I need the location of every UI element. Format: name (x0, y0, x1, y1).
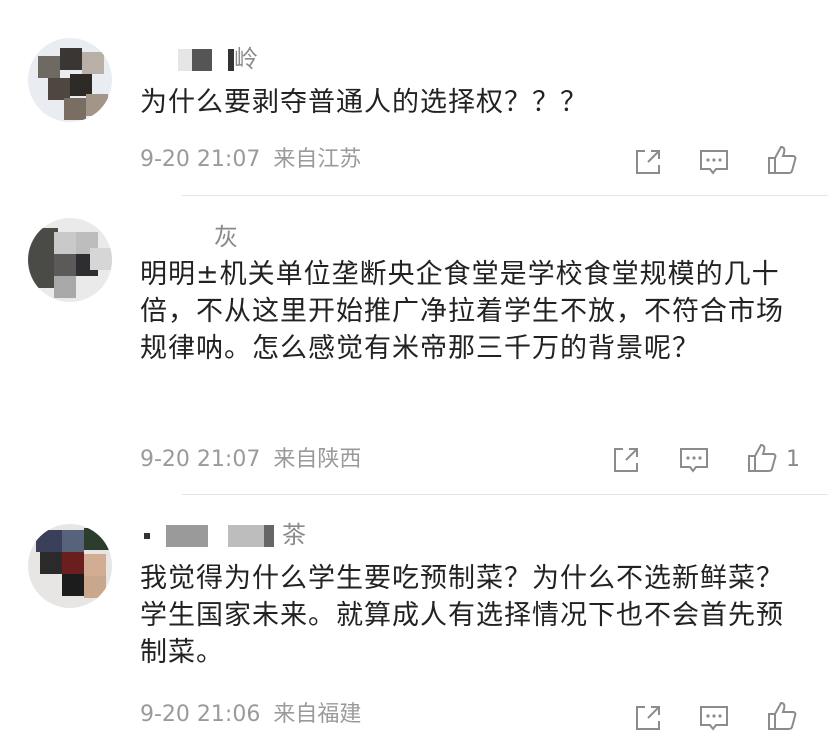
avatar[interactable] (28, 38, 112, 122)
username-text: 灰 (214, 223, 238, 251)
username-text: 茶 (282, 521, 306, 549)
comment-location: 来自陕西 (273, 447, 362, 472)
like-count: 1 (786, 447, 800, 472)
comment-location: 来自福建 (273, 702, 362, 727)
comment-time: 9-20 21:07 (140, 147, 261, 172)
username[interactable]: 茶 (140, 520, 306, 550)
comment-icon[interactable] (698, 702, 730, 734)
share-icon[interactable] (632, 702, 664, 734)
username-text: 岭 (234, 45, 258, 73)
comment-text: 明明±机关单位垄断央企食堂是学校食堂规模的几十倍，不从这里开始推广净拉着学生不放… (140, 259, 784, 364)
divider (182, 195, 828, 196)
username[interactable]: 岭 (140, 44, 258, 74)
comment-icon[interactable] (678, 444, 710, 476)
thumbs-up-icon[interactable] (766, 700, 798, 732)
thumbs-up-icon[interactable] (766, 144, 798, 176)
comment-text: 为什么要剥夺普通人的选择权？？？ (140, 87, 588, 118)
comment-icon[interactable] (698, 146, 730, 178)
comment-meta: 9-20 21:07 来自陕西 (140, 445, 361, 475)
comment-time: 9-20 21:06 (140, 702, 261, 727)
avatar[interactable] (28, 524, 112, 608)
comment-location: 来自江苏 (273, 147, 362, 172)
share-icon[interactable] (610, 444, 642, 476)
comment-meta: 9-20 21:07 来自江苏 (140, 145, 361, 175)
comment-meta: 9-20 21:06 来自福建 (140, 700, 361, 730)
thumbs-up-icon[interactable] (746, 442, 778, 474)
divider (182, 494, 828, 495)
comment-time: 9-20 21:07 (140, 447, 261, 472)
avatar[interactable] (28, 218, 112, 302)
share-icon[interactable] (632, 146, 664, 178)
username[interactable]: 灰 (140, 222, 238, 252)
comment-text: 我觉得为什么学生要吃预制菜？为什么不选新鲜菜？学生国家未来。就算成人有选择情况下… (140, 563, 784, 668)
